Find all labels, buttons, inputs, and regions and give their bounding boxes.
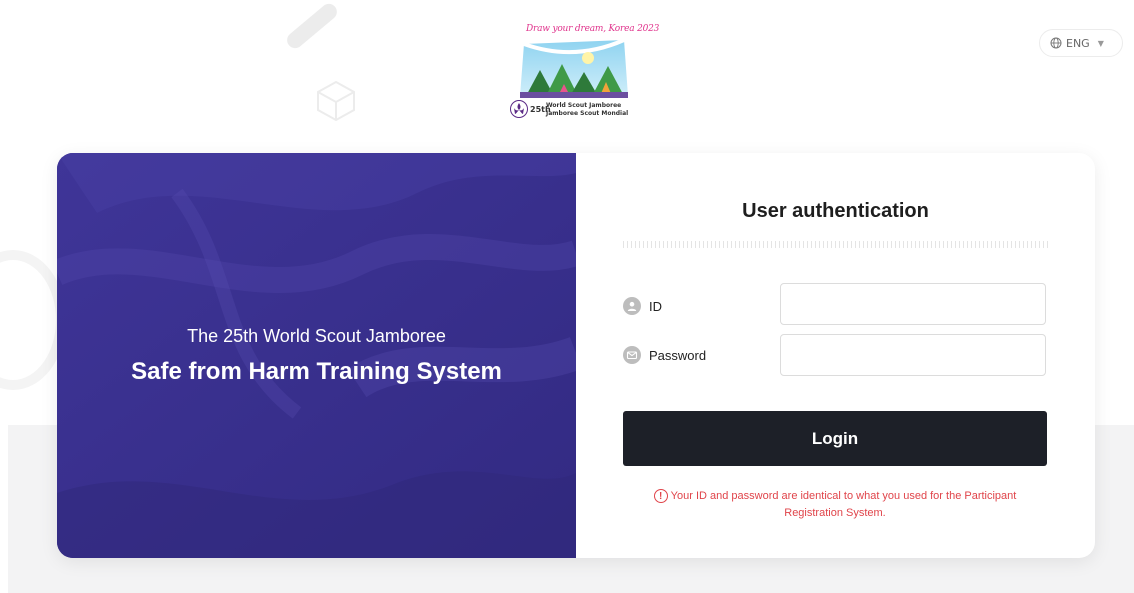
jamboree-logo: Draw your dream, Korea 2023 25th World S… bbox=[504, 22, 660, 122]
id-label-text: ID bbox=[649, 298, 662, 314]
logo-tagline: Draw your dream, Korea 2023 bbox=[526, 24, 660, 34]
mail-icon bbox=[623, 346, 641, 364]
logo-line-1: World Scout Jamboree bbox=[546, 102, 622, 109]
login-notice: ! Your ID and password are identical to w… bbox=[623, 488, 1047, 522]
login-card: The 25th World Scout Jamboree Safe from … bbox=[57, 153, 1095, 558]
scout-emblem-icon bbox=[510, 100, 528, 118]
password-label-text: Password bbox=[649, 347, 707, 363]
divider bbox=[623, 241, 1048, 248]
logo-artwork bbox=[520, 38, 628, 98]
password-label: Password bbox=[623, 346, 706, 364]
language-selector[interactable]: ENG ▼ bbox=[1039, 29, 1123, 57]
cube-decoration-icon bbox=[317, 80, 355, 122]
logo-line-2: Jamboree Scout Mondial bbox=[546, 110, 629, 117]
id-input[interactable] bbox=[780, 283, 1046, 325]
id-label: ID bbox=[623, 297, 662, 315]
language-label: ENG bbox=[1066, 36, 1090, 50]
warning-icon: ! bbox=[653, 489, 668, 504]
auth-title: User authentication bbox=[742, 200, 929, 222]
hero-background-swirl bbox=[57, 153, 576, 558]
login-button[interactable]: Login bbox=[623, 411, 1047, 466]
hero-panel: The 25th World Scout Jamboree Safe from … bbox=[57, 153, 576, 558]
user-icon bbox=[623, 297, 641, 315]
notice-text: Your ID and password are identical to wh… bbox=[670, 490, 1017, 519]
hero-title: Safe from Harm Training System bbox=[131, 358, 502, 385]
caret-down-icon: ▼ bbox=[1097, 38, 1104, 48]
hero-subtitle: The 25th World Scout Jamboree bbox=[187, 326, 446, 346]
auth-panel: User authentication ID Password Login ! … bbox=[576, 153, 1095, 558]
password-input[interactable] bbox=[780, 334, 1046, 376]
background-decoration bbox=[283, 0, 341, 52]
globe-icon bbox=[1050, 37, 1062, 49]
